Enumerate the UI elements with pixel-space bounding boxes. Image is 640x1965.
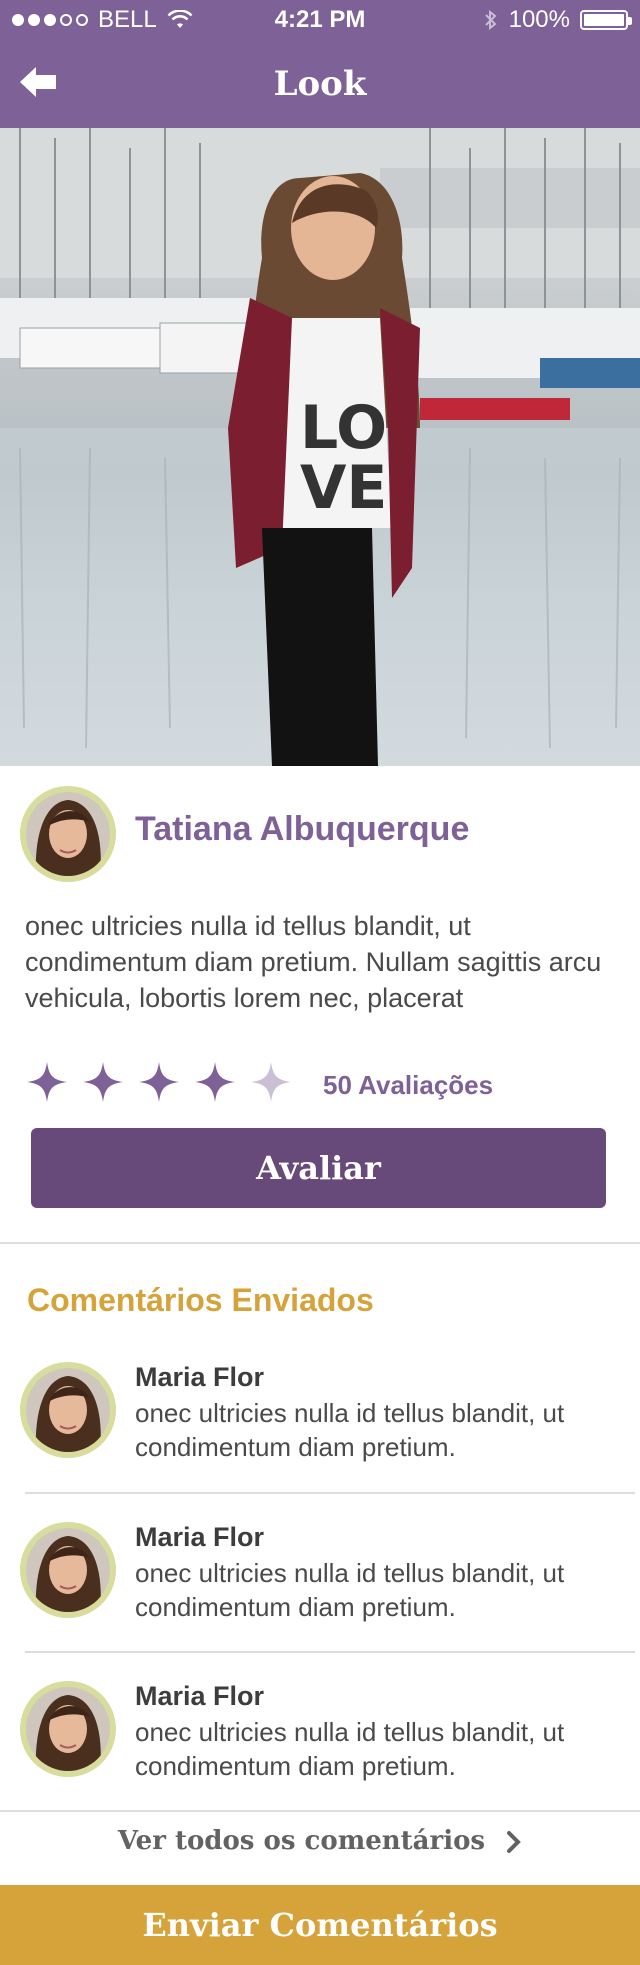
battery-label: 100% [508,6,570,33]
comment-divider [25,1492,635,1494]
section-divider [0,1242,640,1244]
star-rating[interactable] [25,1060,293,1104]
battery-icon [580,10,632,30]
svg-text:VE: VE [300,453,387,523]
comment-divider [25,1651,635,1653]
page-title: Look [273,64,367,104]
star-filled-icon[interactable] [25,1060,69,1104]
reviews-count: 50 Avaliações [323,1070,494,1100]
bluetooth-icon [484,9,497,31]
commenter-name: Maria Flor [135,1362,265,1392]
avatar-photo [26,792,110,876]
section-divider [0,1810,640,1812]
commenter-name: Maria Flor [135,1681,265,1711]
nav-bar: Look [0,40,640,128]
comments-section-title: Comentários Enviados [27,1282,374,1318]
app-header: BELL 4:21 PM 100% Look [0,0,640,128]
see-all-label: Ver todos os comentários [117,1826,486,1856]
rate-button[interactable]: Avaliar [31,1128,606,1208]
status-right: 100% [483,6,632,34]
avatar-photo [26,1528,110,1612]
commenter-avatar[interactable] [20,1362,116,1458]
look-description: onec ultricies nulla id tellus blandit, … [25,911,602,1013]
star-empty-icon[interactable] [249,1060,293,1104]
commenter-name: Maria Flor [135,1522,265,1552]
star-filled-icon[interactable] [81,1060,125,1104]
chevron-right-icon [507,1831,521,1853]
commenter-avatar[interactable] [20,1681,116,1777]
star-filled-icon[interactable] [137,1060,181,1104]
look-photo: LO VE [0,128,640,766]
battery-fill [584,14,624,26]
comment-item: Maria Flor onec ultricies nulla id tellu… [0,1522,640,1682]
comment-text: onec ultricies nulla id tellus blandit, … [135,1717,565,1781]
avatar-photo [26,1368,110,1452]
comment-item: Maria Flor onec ultricies nulla id tellu… [0,1681,640,1841]
comment-text: onec ultricies nulla id tellus blandit, … [135,1558,565,1622]
look-photo-illustration: LO VE [0,128,640,766]
commenter-avatar[interactable] [20,1522,116,1618]
author-avatar[interactable] [20,786,116,882]
avatar-photo [26,1687,110,1771]
author-name[interactable]: Tatiana Albuquerque [135,810,469,849]
star-filled-icon[interactable] [193,1060,237,1104]
send-comment-button[interactable]: Enviar Comentários [0,1885,640,1965]
comment-text: onec ultricies nulla id tellus blandit, … [135,1398,565,1462]
comment-item: Maria Flor onec ultricies nulla id tellu… [0,1362,640,1522]
see-all-comments-link[interactable]: Ver todos os comentários [0,1826,640,1856]
status-bar: BELL 4:21 PM 100% [0,0,640,40]
